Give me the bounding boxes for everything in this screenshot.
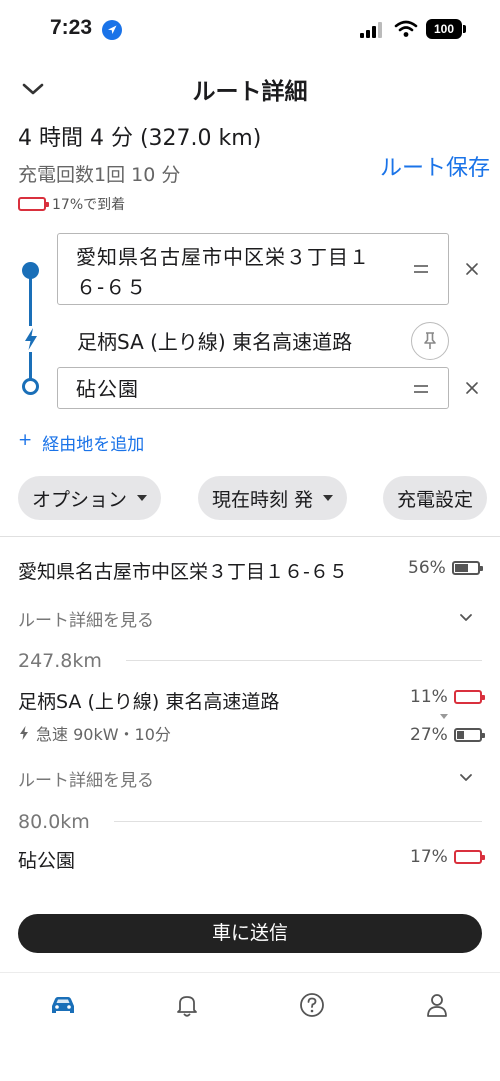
drag-handle-icon[interactable] [414, 265, 428, 273]
battery-icon [453, 728, 485, 742]
end-battery-value: 17% [410, 847, 448, 867]
nav-divider [0, 972, 500, 973]
start-battery-value: 56% [408, 558, 446, 578]
charger-info-text: 急速 90kW・10分 [36, 725, 171, 744]
charge-settings-label: 充電設定 [397, 488, 474, 511]
options-chip[interactable]: オプション [18, 476, 162, 520]
charging-bolt-icon [20, 326, 42, 352]
origin-field[interactable]: 愛知県名古屋市中区栄３丁目１６-６５ [57, 233, 449, 305]
person-icon[interactable] [422, 990, 452, 1020]
low-battery-icon [453, 690, 485, 704]
departure-time-chip[interactable]: 現在時刻 発 [198, 476, 348, 520]
caret-down-icon [323, 495, 334, 501]
cellular-signal-icon [360, 22, 382, 38]
chevron-down-icon[interactable] [458, 770, 474, 786]
send-to-car-button[interactable]: 車に送信 [18, 914, 482, 953]
stop-depart-value: 27% [410, 725, 448, 745]
charger-info: 急速 90kW・10分 [18, 721, 171, 745]
stop-depart-battery: 27% [410, 725, 485, 745]
destination-title: 砧公園 [18, 850, 76, 872]
destination-value: 砧公園 [76, 377, 139, 401]
end-battery: 17% [410, 847, 485, 867]
chevron-down-icon[interactable] [458, 610, 474, 626]
location-arrow-icon [102, 20, 122, 40]
pin-button[interactable] [411, 322, 449, 360]
bolt-icon [20, 726, 28, 740]
origin-dot-icon [22, 262, 39, 279]
charge-stop-name[interactable]: 足柄SA (上り線) 東名高速道路 [77, 326, 352, 355]
charge-count: 充電回数1回 10 分 [18, 164, 181, 186]
destination-dot-icon [22, 378, 39, 395]
wifi-icon [394, 20, 418, 37]
start-location: 愛知県名古屋市中区栄３丁目１６-６５ [18, 561, 348, 583]
page-title: ルート詳細 [192, 79, 308, 105]
plus-icon: + [18, 430, 33, 450]
origin-value: 愛知県名古屋市中区栄３丁目１６-６５ [76, 245, 370, 299]
stop-arrive-value: 11% [410, 687, 448, 707]
start-battery: 56% [408, 558, 483, 578]
divider [0, 536, 500, 537]
status-time: 7:23 [50, 16, 93, 39]
options-chip-label: オプション [32, 488, 128, 511]
arrival-battery-label: 17%で到着 [52, 197, 126, 213]
stop-arrive-battery: 11% [410, 687, 485, 707]
battery-indicator: 100 [426, 19, 462, 39]
route-details-link[interactable]: ルート詳細を見る [18, 606, 154, 631]
leg-distance: 80.0km [18, 811, 90, 833]
departure-chip-label: 現在時刻 発 [212, 488, 314, 511]
distance-divider [126, 660, 482, 661]
battery-nub [463, 25, 466, 33]
route-details-link[interactable]: ルート詳細を見る [18, 766, 154, 791]
save-route-button[interactable]: ルート保存 [380, 150, 490, 182]
pin-icon [424, 332, 436, 349]
bell-icon[interactable] [172, 990, 202, 1020]
battery-icon [451, 561, 483, 575]
caret-down-icon [137, 495, 148, 501]
caret-down-icon [440, 714, 448, 719]
charge-stop-title: 足柄SA (上り線) 東名高速道路 [18, 691, 280, 713]
destination-field[interactable]: 砧公園 [57, 367, 449, 409]
drag-handle-icon[interactable] [414, 385, 428, 393]
low-battery-icon [18, 197, 49, 211]
remove-destination-button[interactable] [462, 378, 482, 398]
arrival-battery: 17%で到着 [18, 194, 125, 214]
add-waypoint-button[interactable]: + 経由地を追加 [18, 430, 144, 455]
add-waypoint-label: 経由地を追加 [42, 435, 145, 455]
leg-distance: 247.8km [18, 650, 102, 672]
low-battery-icon [453, 850, 485, 864]
distance-divider [114, 821, 482, 822]
help-icon[interactable] [297, 990, 327, 1020]
remove-origin-button[interactable] [462, 259, 482, 279]
charge-settings-chip[interactable]: 充電設定 [383, 476, 488, 520]
car-icon[interactable] [48, 990, 78, 1020]
route-summary: 4 時間 4 分 (327.0 km) [18, 126, 262, 151]
